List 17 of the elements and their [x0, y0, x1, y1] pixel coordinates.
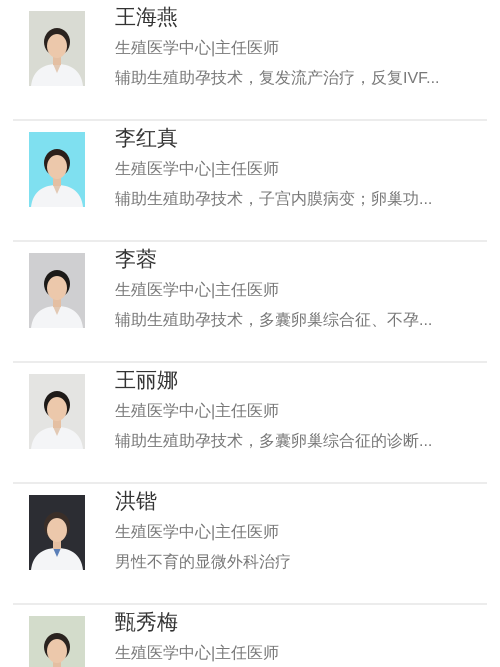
doctor-name: 甄秀梅: [115, 610, 179, 636]
department-title: 生殖医学中心|主任医师: [115, 402, 280, 422]
specialty-text: 辅助生殖助孕技术，多囊卵巢综合征、不孕...: [115, 310, 432, 331]
doctor-name: 王海燕: [115, 5, 179, 31]
doctor-name: 李蓉: [115, 247, 158, 273]
department-title: 生殖医学中心|主任医师: [115, 280, 280, 301]
specialty-text: 辅助生殖助孕技术，子宫内膜病变；卵巢功...: [115, 190, 432, 210]
doctor-name: 李红真: [115, 126, 179, 152]
specialty-text: 辅助生殖助孕技术，多囊卵巢综合征的诊断...: [115, 432, 432, 452]
doctor-name: 洪锴: [115, 489, 158, 515]
department-title: 生殖医学中心|主任医师: [115, 160, 280, 180]
specialty-text: 男性不育的显微外科治疗: [115, 552, 291, 573]
specialty-text: 辅助生殖助孕技术，复发流产治疗，反复IVF...: [115, 68, 440, 89]
department-title: 生殖医学中心|主任医师: [115, 522, 280, 543]
department-title: 生殖医学中心|主任医师: [115, 644, 280, 664]
doctor-name: 王丽娜: [115, 368, 179, 394]
department-title: 生殖医学中心|主任医师: [115, 38, 280, 59]
